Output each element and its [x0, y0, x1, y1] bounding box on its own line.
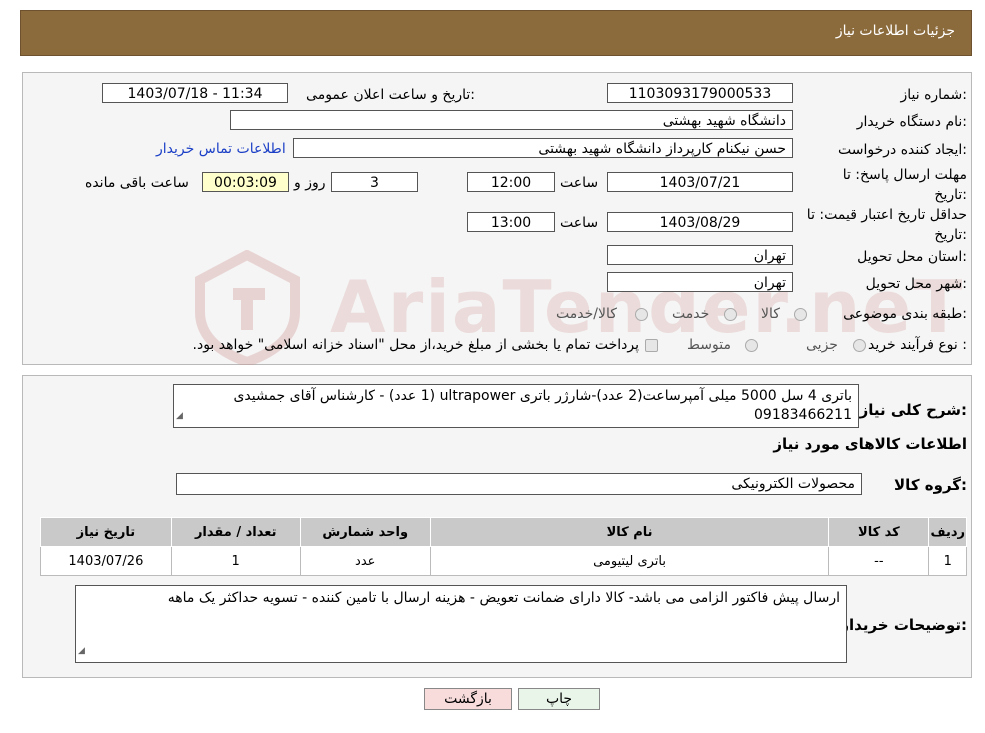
province-label: استان محل تحویل: — [857, 249, 967, 265]
category-option-service: خدمت — [672, 306, 710, 322]
announce-field: 1403/07/18 - 11:34 — [102, 83, 288, 103]
description-text: باتری 4 سل 5000 میلی آمپرساعت(2 عدد)-شار… — [233, 388, 852, 423]
goods-table: ردیف کد کالا نام کالا واحد شمارش تعداد /… — [40, 517, 967, 576]
city-field: تهران — [607, 272, 793, 292]
cell-goods-code: -- — [828, 546, 930, 576]
goods-info-title: اطلاعات کالاهای مورد نیاز — [773, 435, 967, 453]
category-radio-goods[interactable] — [794, 308, 807, 321]
col-unit: واحد شمارش — [299, 517, 431, 547]
resize-grip-icon[interactable]: ◢ — [78, 641, 85, 661]
cell-goods-name: باتری لیتیومی — [429, 546, 830, 576]
table-row: 1 -- باتری لیتیومی عدد 1 1403/07/26 — [40, 546, 967, 576]
page-header: جزئیات اطلاعات نیاز — [20, 10, 972, 56]
back-button[interactable]: بازگشت — [424, 688, 512, 710]
col-quantity: تعداد / مقدار — [170, 517, 301, 547]
need-number-field: 1103093179000533 — [607, 83, 793, 103]
province-field: تهران — [607, 245, 793, 265]
price-date-field: 1403/08/29 — [607, 212, 793, 232]
reply-deadline-label: مهلت ارسال پاسخ: تا تاریخ: — [842, 167, 967, 203]
price-validity-label: حداقل تاریخ اعتبار قیمت: تا تاریخ: — [806, 207, 967, 243]
category-option-goods: کالا — [761, 306, 780, 322]
buyer-notes-textarea: ارسال پیش فاکتور الزامی می باشد- کالا دا… — [75, 585, 847, 663]
days-field: 3 — [331, 172, 418, 192]
remaining-time-field: 00:03:09 — [202, 172, 289, 192]
buyer-field: دانشگاه شهید بهشتی — [230, 110, 793, 130]
process-radio-medium[interactable] — [745, 339, 758, 352]
buyer-label: نام دستگاه خریدار: — [856, 114, 967, 130]
goods-group-field: محصولات الکترونیکی — [176, 473, 862, 495]
col-row-number: ردیف — [928, 517, 967, 547]
reply-date-field: 1403/07/21 — [607, 172, 793, 192]
process-label: نوع فرآیند خرید : — [868, 337, 967, 353]
col-goods-code: کد کالا — [828, 517, 930, 547]
process-checkbox-treasury[interactable] — [645, 339, 658, 352]
cell-unit: عدد — [299, 546, 431, 576]
page-title: جزئیات اطلاعات نیاز — [835, 23, 955, 39]
need-number-label: شماره نیاز: — [900, 87, 967, 103]
requester-label: ایجاد کننده درخواست: — [838, 142, 967, 158]
process-radio-minor[interactable] — [853, 339, 866, 352]
cell-quantity: 1 — [170, 546, 301, 576]
col-goods-name: نام کالا — [429, 517, 830, 547]
price-time-label: ساعت — [560, 215, 599, 231]
buyer-notes-label: توضیحات خریدار: — [840, 616, 967, 634]
buyer-contact-link[interactable]: اطلاعات تماس خریدار — [156, 141, 286, 157]
resize-grip-icon[interactable]: ◢ — [176, 407, 183, 426]
category-radio-service[interactable] — [724, 308, 737, 321]
category-option-goods-service: کالا/خدمت — [556, 306, 617, 322]
process-option-medium: متوسط — [687, 337, 731, 353]
cell-row-number: 1 — [928, 546, 967, 576]
goods-group-label: گروه کالا: — [894, 476, 967, 494]
reply-time-label: ساعت — [560, 175, 599, 191]
process-note: پرداخت تمام یا بخشی از مبلغ خرید،از محل … — [192, 337, 639, 353]
buyer-notes-text: ارسال پیش فاکتور الزامی می باشد- کالا دا… — [167, 590, 840, 606]
print-button[interactable]: چاپ — [518, 688, 600, 710]
days-label: روز و — [294, 175, 326, 191]
price-time-field: 13:00 — [467, 212, 555, 232]
description-textarea: باتری 4 سل 5000 میلی آمپرساعت(2 عدد)-شار… — [173, 384, 859, 428]
category-radio-goods-service[interactable] — [635, 308, 648, 321]
process-option-minor: جزیی — [806, 337, 838, 353]
description-label: شرح کلی نیاز: — [859, 401, 967, 419]
city-label: شهر محل تحویل: — [865, 276, 967, 292]
cell-need-date: 1403/07/26 — [40, 546, 172, 576]
category-label: طبقه بندی موضوعی: — [843, 306, 967, 322]
col-need-date: تاریخ نیاز — [40, 517, 172, 547]
requester-field: حسن نیکنام کارپرداز دانشگاه شهید بهشتی — [293, 138, 793, 158]
reply-time-field: 12:00 — [467, 172, 555, 192]
remaining-time-label: ساعت باقی مانده — [85, 175, 189, 191]
table-header-row: ردیف کد کالا نام کالا واحد شمارش تعداد /… — [40, 517, 967, 547]
announce-label: تاریخ و ساعت اعلان عمومی: — [306, 87, 475, 103]
